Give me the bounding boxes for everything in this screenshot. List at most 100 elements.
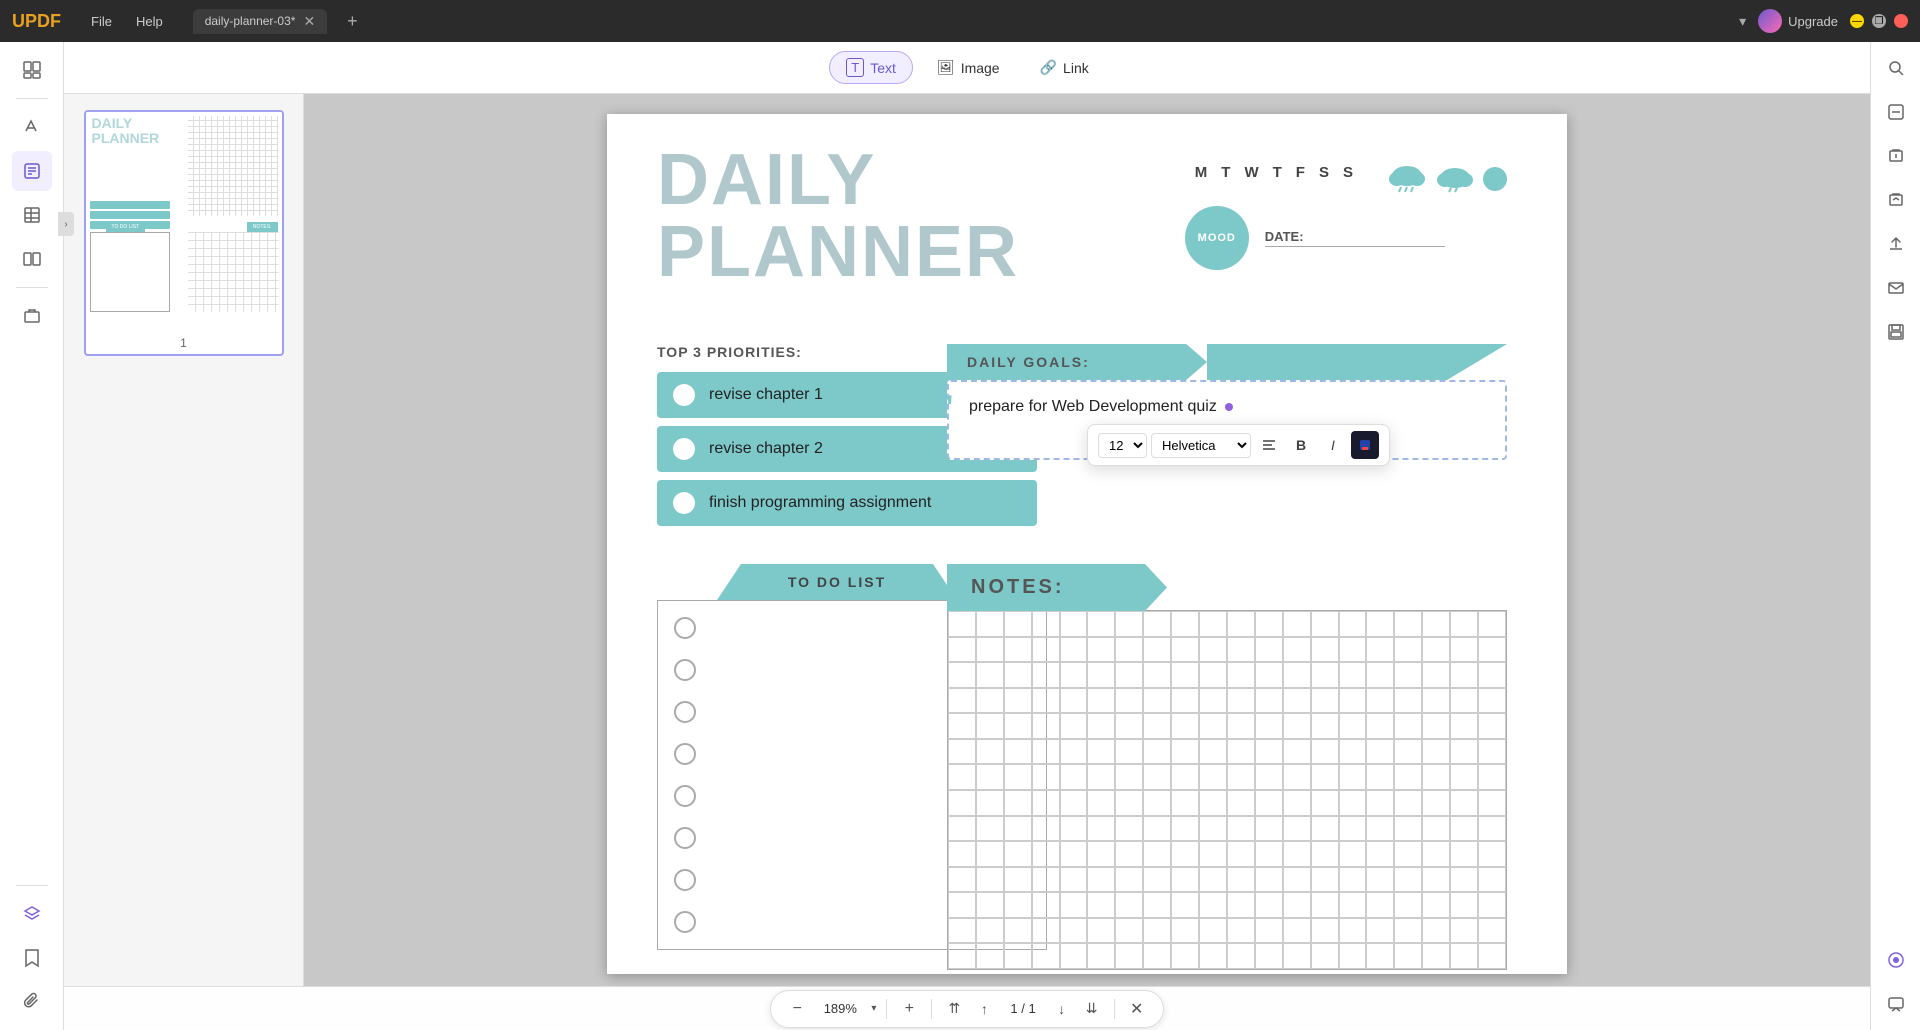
menu-file[interactable]: File [81, 10, 122, 33]
sidebar-item-table[interactable] [12, 195, 52, 235]
zoom-in-button[interactable]: + [897, 997, 921, 1021]
todo-circle-1[interactable] [674, 617, 696, 639]
todo-circle-5[interactable] [674, 785, 696, 807]
align-button[interactable] [1255, 431, 1283, 459]
weather-icons [1387, 164, 1507, 194]
notes-cell [1422, 841, 1450, 867]
notes-cell [1004, 637, 1032, 663]
notes-cell [976, 943, 1004, 969]
notes-cell [1311, 892, 1339, 918]
todo-circle-2[interactable] [674, 659, 696, 681]
sidebar-item-compare[interactable] [12, 239, 52, 279]
right-icon-chat[interactable] [1878, 942, 1914, 978]
right-icon-3[interactable] [1878, 182, 1914, 218]
zoom-level-display: 189% [815, 1001, 865, 1016]
todo-circle-6[interactable] [674, 827, 696, 849]
pdf-canvas[interactable]: DAILY PLANNER M T W T F S S [304, 94, 1870, 986]
right-icon-upload[interactable] [1878, 226, 1914, 262]
right-icon-1[interactable] [1878, 94, 1914, 130]
notes-cell [1227, 713, 1255, 739]
font-family-select[interactable]: Helvetica [1151, 433, 1251, 458]
sidebar-item-layers[interactable] [12, 894, 52, 934]
maximize-button[interactable]: ❐ [1872, 14, 1886, 28]
todo-circle-8[interactable] [674, 911, 696, 933]
minimize-button[interactable]: — [1850, 14, 1864, 28]
todo-circle-3[interactable] [674, 701, 696, 723]
nav-first-button[interactable]: ⇈ [942, 997, 966, 1021]
menu-help[interactable]: Help [126, 10, 173, 33]
notes-cell [1478, 688, 1506, 714]
notes-cell [1311, 739, 1339, 765]
notes-cell [1087, 764, 1115, 790]
notes-cell [1394, 637, 1422, 663]
nav-last-button[interactable]: ⇊ [1080, 997, 1104, 1021]
right-icon-2[interactable] [1878, 138, 1914, 174]
sidebar-item-ocr[interactable] [12, 296, 52, 336]
zoom-dropdown-icon[interactable]: ▾ [871, 1003, 876, 1014]
zoom-out-button[interactable]: − [785, 997, 809, 1021]
bold-button[interactable]: B [1287, 431, 1315, 459]
notes-cell [1060, 662, 1088, 688]
upgrade-button[interactable]: Upgrade [1758, 9, 1838, 33]
sidebar-collapse-button[interactable]: › [58, 212, 74, 236]
notes-cell [1311, 841, 1339, 867]
notes-cell [1394, 918, 1422, 944]
todo-circle-4[interactable] [674, 743, 696, 765]
notes-cell [1143, 688, 1171, 714]
add-tab-button[interactable]: + [339, 9, 366, 34]
notes-cell [1450, 662, 1478, 688]
notes-cell [1171, 841, 1199, 867]
link-tool-icon: 🔗 [1040, 59, 1057, 76]
font-size-select[interactable]: 12 [1098, 433, 1147, 458]
tab-close-icon[interactable]: ✕ [303, 13, 315, 30]
notes-cell [1366, 867, 1394, 893]
text-tool-button[interactable]: T Text [829, 51, 913, 84]
notes-cell [1394, 943, 1422, 969]
nav-prev-button[interactable]: ↑ [972, 997, 996, 1021]
todo-circle-7[interactable] [674, 869, 696, 891]
close-zoom-button[interactable]: ✕ [1125, 997, 1149, 1021]
notes-cell [1004, 739, 1032, 765]
thumbnail-page-1[interactable]: DAILYPLANNER [84, 110, 284, 356]
collapse-icon[interactable]: ▾ [1739, 13, 1746, 30]
notes-cell [1450, 637, 1478, 663]
notes-cell [1087, 713, 1115, 739]
priority-checkbox-1[interactable] [673, 384, 695, 406]
sidebar-item-edit[interactable] [12, 151, 52, 191]
link-tool-button[interactable]: 🔗 Link [1024, 53, 1105, 82]
app-logo: UPDF [12, 11, 61, 32]
sidebar-item-paperclip[interactable] [12, 982, 52, 1022]
notes-cell [1115, 918, 1143, 944]
notes-cell [948, 918, 976, 944]
notes-cell [1171, 816, 1199, 842]
priority-checkbox-3[interactable] [673, 492, 695, 514]
notes-cell [1004, 688, 1032, 714]
notes-cell [1311, 943, 1339, 969]
priority-item-3: finish programming assignment [657, 480, 1037, 526]
active-tab[interactable]: daily-planner-03* ✕ [193, 9, 327, 34]
nav-next-button[interactable]: ↓ [1050, 997, 1074, 1021]
image-tool-label: Image [961, 60, 1000, 76]
image-tool-button[interactable]: 🖼 Image [921, 53, 1016, 82]
notes-cell [1366, 662, 1394, 688]
window-controls: — ❐ [1850, 14, 1908, 28]
notes-cell [1143, 637, 1171, 663]
sidebar-item-paint[interactable] [12, 107, 52, 147]
notes-cell [1394, 662, 1422, 688]
color-picker-button[interactable] [1351, 431, 1379, 459]
close-button[interactable] [1894, 14, 1908, 28]
right-icon-save[interactable] [1878, 314, 1914, 350]
notes-cell [1366, 790, 1394, 816]
right-icon-mail[interactable] [1878, 270, 1914, 306]
right-icon-comment[interactable] [1878, 986, 1914, 1022]
sidebar-item-bookmark[interactable] [12, 938, 52, 978]
right-search-icon[interactable] [1878, 50, 1914, 86]
notes-cell [1422, 662, 1450, 688]
notes-cell [1227, 816, 1255, 842]
notes-cell [1060, 816, 1088, 842]
italic-button[interactable]: I [1319, 431, 1347, 459]
priority-checkbox-2[interactable] [673, 438, 695, 460]
circle-icon [1483, 167, 1507, 191]
notes-cell [1171, 739, 1199, 765]
sidebar-item-thumbnail[interactable] [12, 50, 52, 90]
